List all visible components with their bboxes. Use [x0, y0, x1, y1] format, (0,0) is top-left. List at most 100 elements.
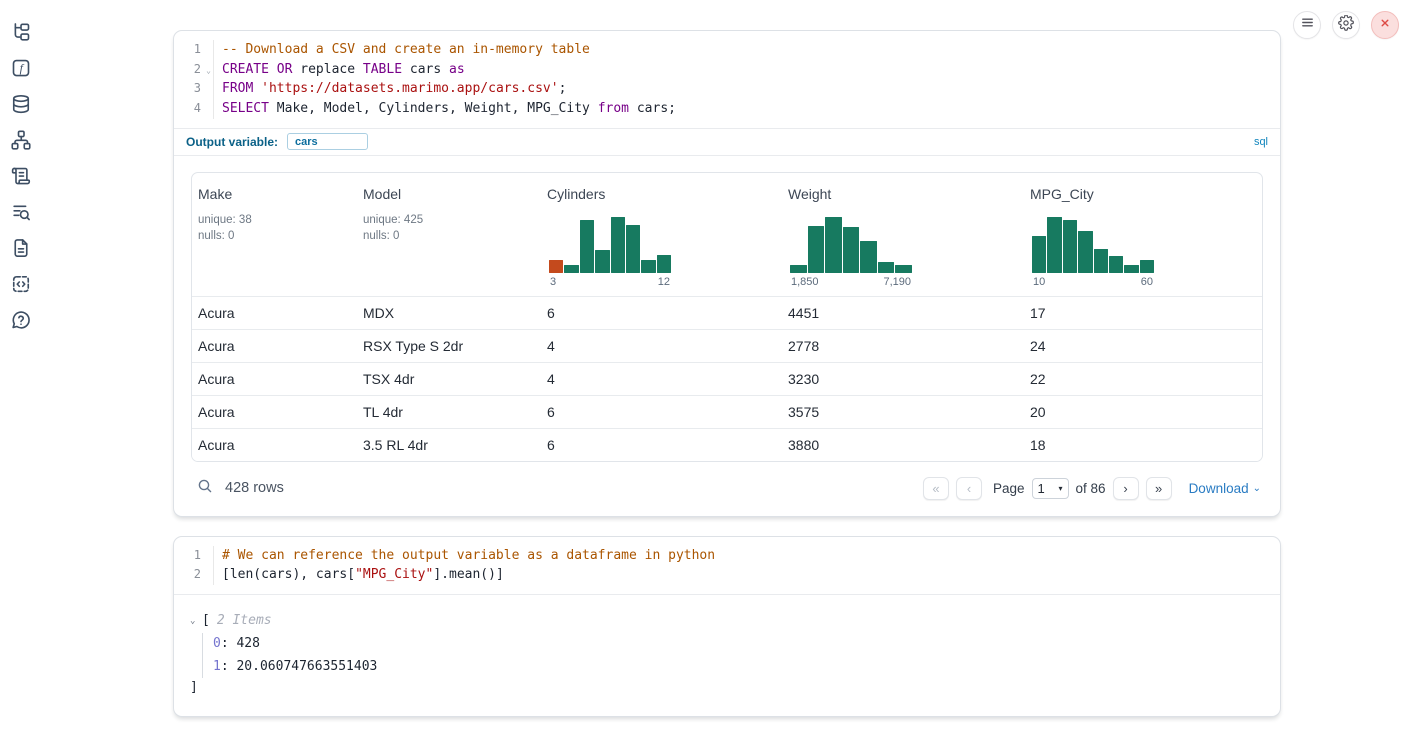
histogram-bar	[1063, 220, 1077, 273]
menu-button[interactable]	[1293, 11, 1321, 39]
table-cell: Acura	[192, 363, 357, 395]
histogram-bar	[641, 260, 655, 273]
table-cell: 4	[541, 330, 782, 362]
table-cell: Acura	[192, 396, 357, 428]
histogram-bar	[790, 265, 807, 273]
histogram-bar	[1109, 256, 1123, 273]
scratchpad-icon[interactable]	[11, 166, 31, 186]
table-row[interactable]: Acura3.5 RL 4dr6388018	[192, 428, 1262, 461]
column-header[interactable]: Make unique: 38nulls: 0	[192, 173, 357, 296]
sql-cell-output: Make unique: 38nulls: 0Modelunique: 425nu…	[174, 155, 1280, 516]
code-line[interactable]: SELECT Make, Model, Cylinders, Weight, M…	[214, 99, 1280, 119]
variables-icon[interactable]: f	[11, 58, 31, 78]
table-cell: 3575	[782, 396, 1024, 428]
search-icon[interactable]	[197, 478, 213, 499]
page-select[interactable]: 1 ▾	[1032, 478, 1069, 499]
next-page-icon: ›	[1123, 481, 1127, 496]
column-label: Make	[198, 186, 353, 202]
help-icon[interactable]	[11, 310, 31, 330]
column-histogram[interactable]: 312	[549, 217, 671, 288]
table-cell: Acura	[192, 297, 357, 329]
sql-cell: 12⌄34-- Download a CSV and create an in-…	[173, 30, 1281, 517]
code-line[interactable]: # We can reference the output variable a…	[214, 546, 1280, 566]
line-number: 2⌄	[174, 60, 213, 80]
prev-page-button[interactable]: ‹	[956, 477, 982, 500]
table-cell: 3230	[782, 363, 1024, 395]
table-row[interactable]: AcuraMDX6445117	[192, 296, 1262, 329]
histogram-bar	[1140, 260, 1154, 272]
histogram-bar	[1032, 236, 1046, 272]
histogram-axis: 312	[549, 276, 671, 288]
histogram-bar	[549, 260, 563, 273]
first-page-icon: «	[932, 481, 939, 496]
settings-button[interactable]	[1332, 11, 1360, 39]
histogram-bar	[657, 255, 671, 272]
table-cell: TSX 4dr	[357, 363, 541, 395]
language-badge: sql	[1254, 136, 1268, 148]
histogram-bar	[878, 262, 895, 273]
data-table: Make unique: 38nulls: 0Modelunique: 425nu…	[191, 172, 1263, 462]
download-button[interactable]: Download ⌄	[1189, 481, 1261, 496]
python-cell-output: ⌄[ 2 Items 0: 4281: 20.060747663551403 ]	[174, 594, 1280, 716]
table-cell: 4451	[782, 297, 1024, 329]
histogram-bar	[580, 220, 594, 273]
dependency-graph-icon[interactable]	[11, 130, 31, 150]
code-line[interactable]: CREATE OR replace TABLE cars as	[214, 60, 1280, 80]
snippets-icon[interactable]	[11, 274, 31, 294]
histogram-bar	[1047, 217, 1061, 273]
column-histogram[interactable]: 1,8507,190	[790, 217, 912, 288]
file-explorer-icon[interactable]	[11, 22, 31, 42]
column-stats: unique: 425nulls: 0	[363, 212, 537, 244]
histogram-bar	[860, 241, 877, 272]
chevron-down-icon: ▾	[1059, 484, 1063, 493]
page-select-value: 1	[1038, 481, 1045, 496]
table-cell: 6	[541, 429, 782, 461]
table-row[interactable]: AcuraTSX 4dr4323022	[192, 362, 1262, 395]
column-header[interactable]: MPG_City1060	[1024, 173, 1262, 296]
output-variable-input[interactable]	[287, 133, 368, 150]
documentation-icon[interactable]	[11, 238, 31, 258]
table-header-row: Make unique: 38nulls: 0Modelunique: 425nu…	[192, 173, 1262, 296]
column-stats: unique: 38nulls: 0	[198, 212, 353, 244]
table-cell: 24	[1024, 330, 1262, 362]
table-cell: 20	[1024, 396, 1262, 428]
column-histogram[interactable]: 1060	[1032, 217, 1154, 288]
histogram-bar	[626, 225, 640, 273]
histogram-bar	[564, 265, 578, 273]
python-cell: 12# We can reference the output variable…	[173, 536, 1281, 717]
shutdown-button[interactable]	[1371, 11, 1399, 39]
code-line[interactable]: [len(cars), cars["MPG_City"].mean()]	[214, 565, 1280, 585]
column-header[interactable]: Modelunique: 425nulls: 0	[357, 173, 541, 296]
fold-icon[interactable]: ⌄	[206, 61, 211, 81]
line-number: 1	[174, 40, 213, 60]
table-cell: 3880	[782, 429, 1024, 461]
pagination: «‹ Page 1 ▾ of 86›» Download ⌄	[923, 477, 1261, 500]
code-line[interactable]: -- Download a CSV and create an in-memor…	[214, 40, 1280, 60]
collapse-icon[interactable]: ⌄	[190, 616, 202, 626]
next-page-button[interactable]: ›	[1113, 477, 1139, 500]
settings-icon	[1338, 15, 1354, 36]
last-page-button[interactable]: »	[1146, 477, 1172, 500]
table-row[interactable]: AcuraTL 4dr6357520	[192, 395, 1262, 428]
output-variable-label: Output variable:	[186, 135, 278, 149]
column-label: Cylinders	[547, 186, 778, 202]
table-cell: TL 4dr	[357, 396, 541, 428]
download-label: Download	[1189, 481, 1249, 496]
datasources-icon[interactable]	[11, 94, 31, 114]
code-line[interactable]: FROM 'https://datasets.marimo.app/cars.c…	[214, 79, 1280, 99]
first-page-button[interactable]: «	[923, 477, 949, 500]
close-icon	[1378, 16, 1392, 35]
logs-icon[interactable]	[11, 202, 31, 222]
table-cell: 3.5 RL 4dr	[357, 429, 541, 461]
python-code-editor[interactable]: 12# We can reference the output variable…	[174, 537, 1280, 594]
chevron-down-icon: ⌄	[1253, 483, 1261, 494]
menu-icon	[1300, 15, 1315, 35]
table-cell: 4	[541, 363, 782, 395]
tree-open-bracket: [	[202, 613, 210, 628]
sql-code-editor[interactable]: 12⌄34-- Download a CSV and create an in-…	[174, 31, 1280, 128]
table-row[interactable]: AcuraRSX Type S 2dr4277824	[192, 329, 1262, 362]
column-header[interactable]: Cylinders 312	[541, 173, 782, 296]
tree-entry: 0: 428	[213, 633, 1262, 656]
column-header[interactable]: Weight1,8507,190	[782, 173, 1024, 296]
row-count: 428 rows	[225, 480, 284, 496]
